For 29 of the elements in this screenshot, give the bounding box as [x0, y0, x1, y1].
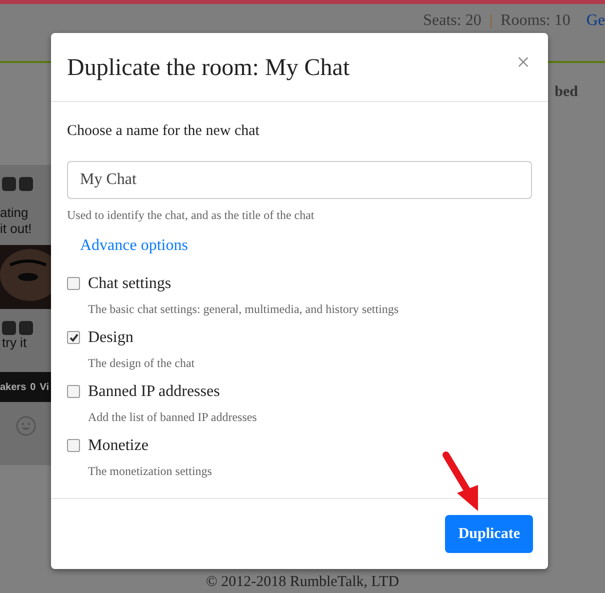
duplicate-button[interactable]: Duplicate	[445, 515, 533, 553]
checkbox[interactable]	[67, 385, 80, 398]
stats-label: Vi	[40, 380, 49, 394]
checkbox[interactable]	[67, 331, 80, 344]
option-description: Add the list of banned IP addresses	[88, 408, 258, 426]
option-label[interactable]: Banned IP addresses	[88, 382, 220, 402]
option-label[interactable]: Monetize	[88, 436, 148, 456]
close-button[interactable]: ×	[516, 53, 532, 73]
checkbox[interactable]	[67, 277, 80, 290]
footer-text: © 2012-2018 RumbleTalk, LTD	[206, 573, 400, 591]
card-text: ating	[0, 205, 30, 221]
rooms-count: Rooms: 10	[500, 11, 570, 31]
card-text: it out!	[0, 221, 33, 237]
card-text: try it	[1, 335, 28, 351]
checkbox[interactable]	[67, 439, 80, 452]
prompt-text: Choose a name for the new chat	[67, 122, 260, 141]
stats-label: akers	[0, 380, 26, 394]
option-label[interactable]: Design	[88, 328, 134, 348]
hint-text: Used to identify the chat, and as the title of the chat	[67, 206, 316, 224]
seats-count: Seats: 20	[423, 11, 482, 31]
option-description: The monetization settings	[88, 462, 213, 480]
separator: |	[489, 11, 493, 31]
advance-options-link[interactable]: Advance options	[80, 234, 188, 258]
option-label[interactable]: Chat settings	[88, 274, 172, 294]
option-description: The design of the chat	[88, 354, 196, 372]
dialog-title: Duplicate the room: My Chat	[67, 54, 350, 83]
stats-count: 0	[30, 380, 36, 394]
option-description: The basic chat settings: general, multimedia, and history settings	[88, 300, 400, 318]
name-field[interactable]: My Chat	[67, 160, 532, 198]
